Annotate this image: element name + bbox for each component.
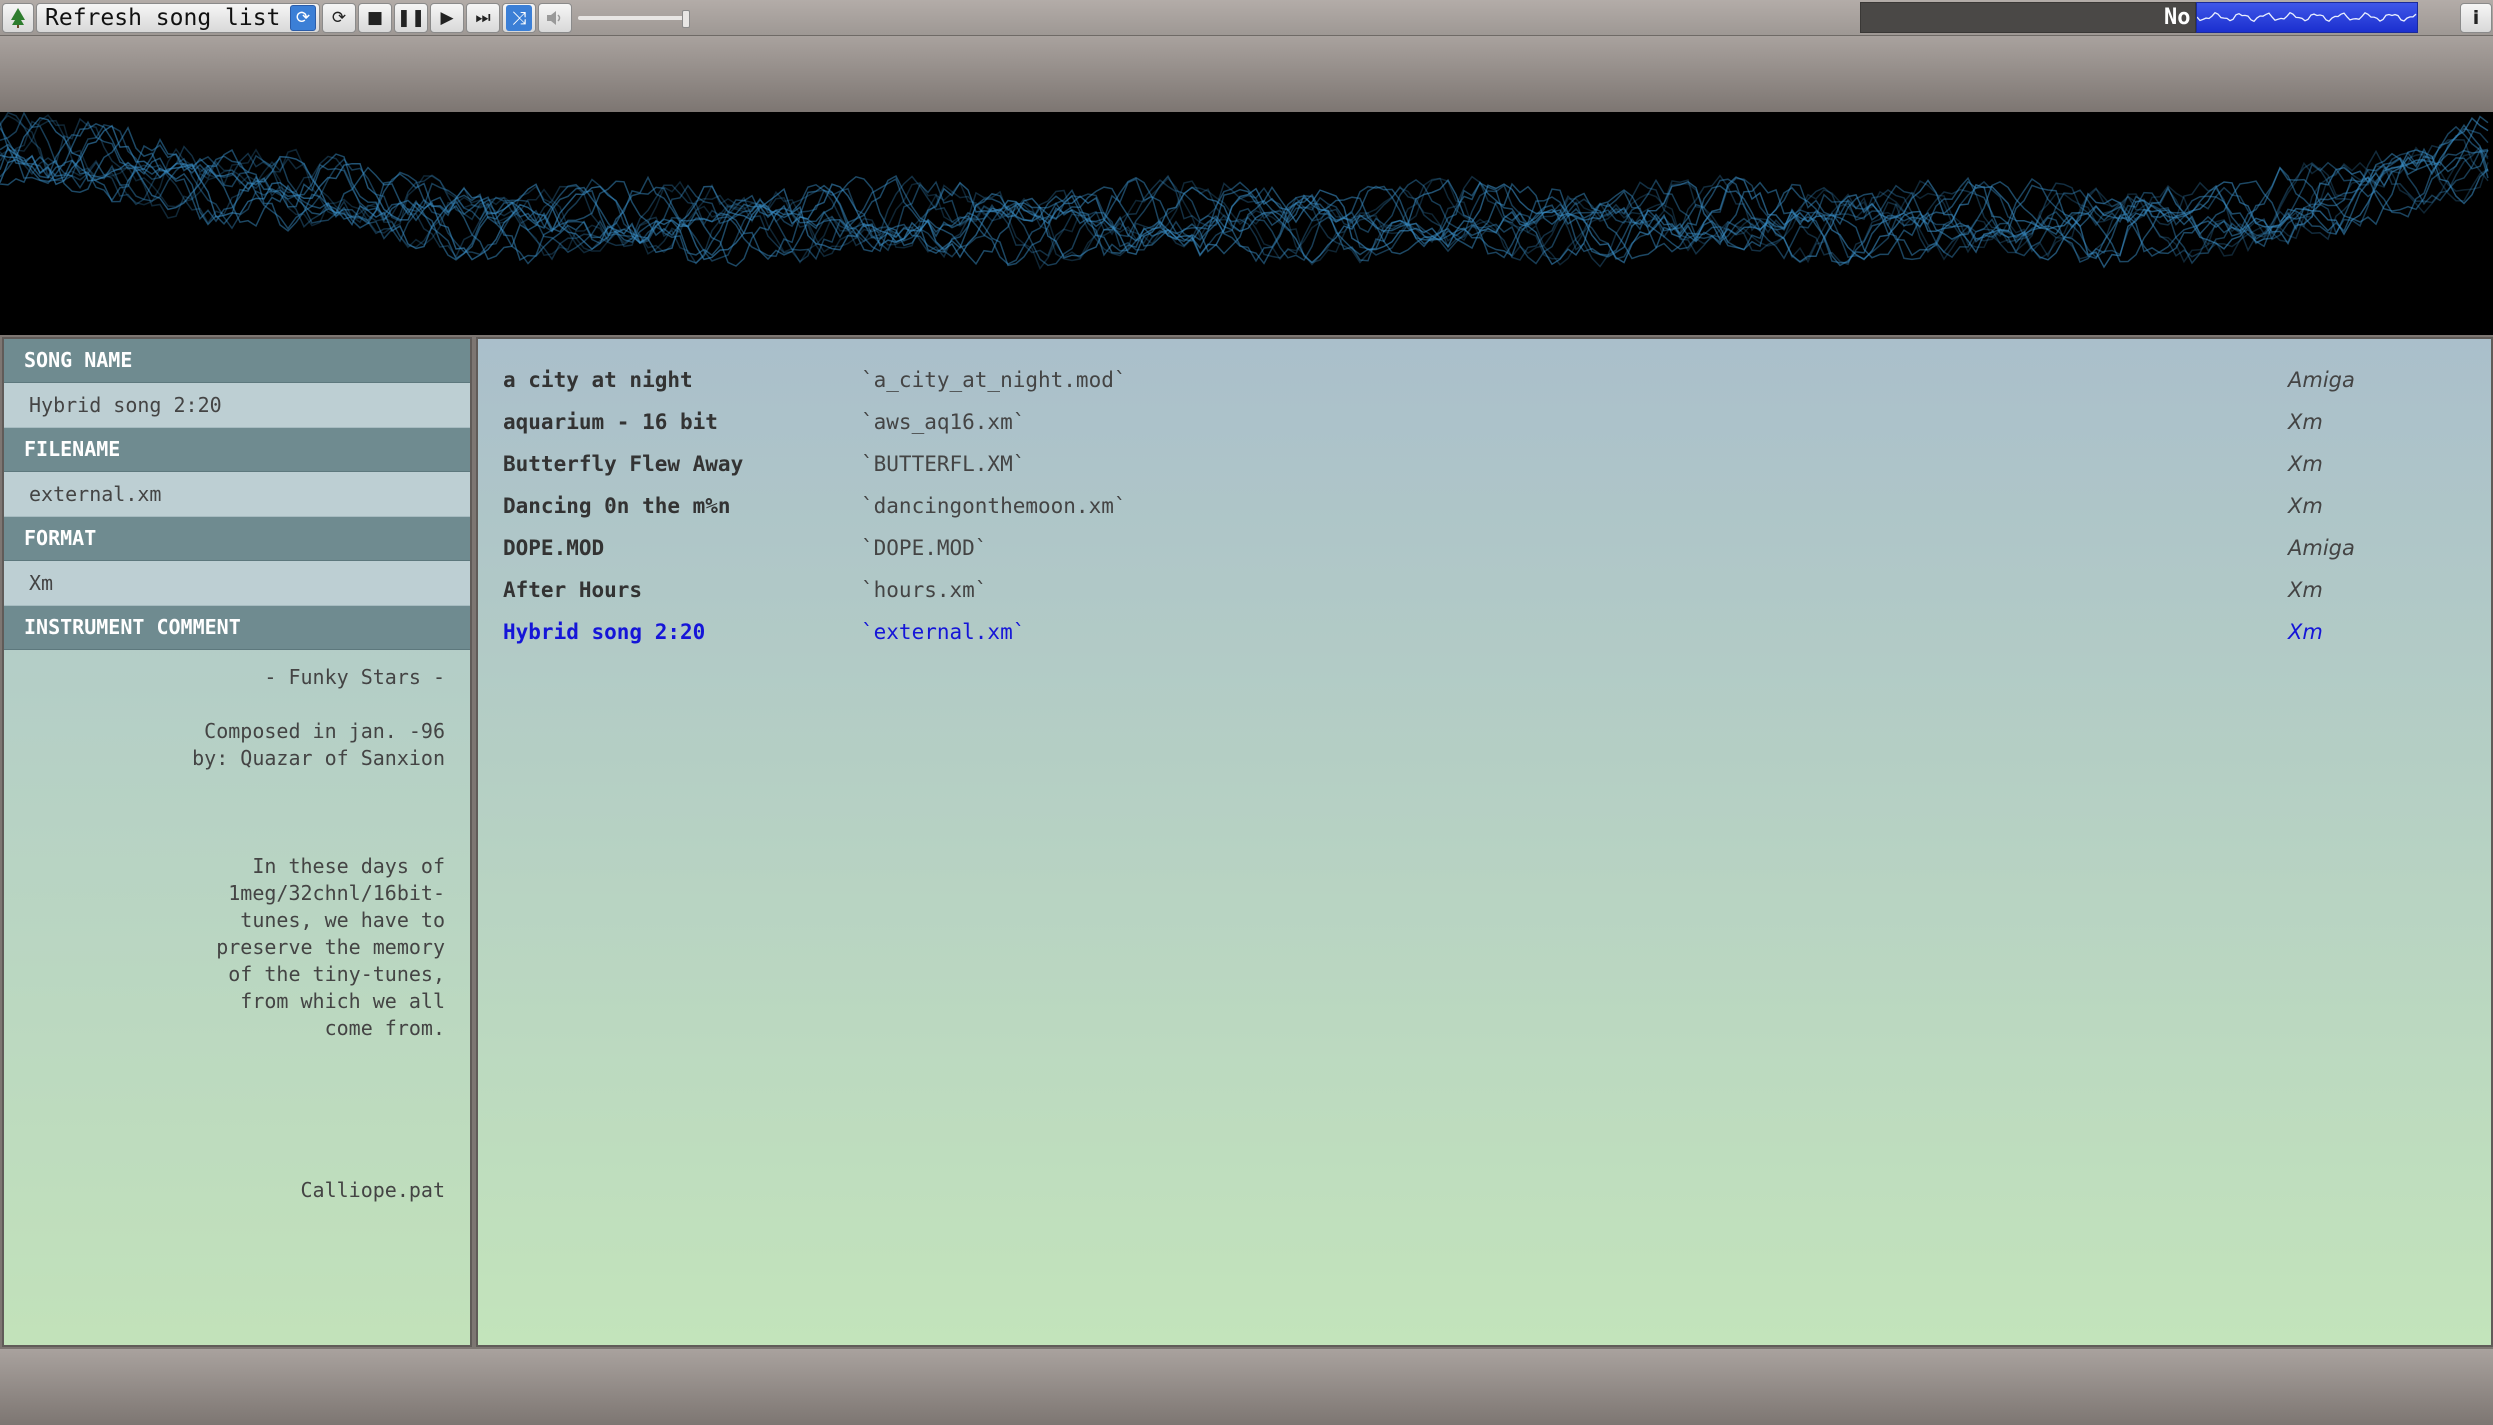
song-title: After Hours	[503, 578, 643, 602]
song-format: Xm	[2288, 620, 2323, 644]
song-filename: `external.xm`	[861, 620, 1026, 644]
song-title: DOPE.MOD	[503, 536, 605, 560]
status-field	[1860, 2, 2196, 33]
song-format: Xm	[2288, 410, 2323, 434]
song-format: Amiga	[2288, 368, 2355, 392]
shuffle-icon: ⤨	[506, 5, 532, 31]
volume-handle[interactable]	[682, 10, 690, 28]
format-header: FORMAT	[4, 517, 470, 561]
skip-next-button[interactable]: ⏭	[466, 3, 500, 33]
refresh-song-list-button[interactable]: Refresh song list ⟳	[36, 3, 320, 33]
instrument-comment-header: INSTRUMENT COMMENT	[4, 606, 470, 650]
song-title: Dancing 0n the m%n	[503, 494, 731, 518]
header-band	[0, 36, 2493, 112]
mini-oscilloscope	[2196, 2, 2418, 33]
song-title: aquarium - 16 bit	[503, 410, 718, 434]
song-filename: `aws_aq16.xm`	[861, 410, 1026, 434]
reload-icon: ⟳	[331, 8, 347, 28]
refresh-song-list-label: Refresh song list	[45, 5, 281, 31]
pause-icon: ❚❚	[396, 8, 426, 28]
song-filename: `a_city_at_night.mod`	[861, 368, 1127, 392]
song-name-header: SONG NAME	[4, 339, 470, 383]
song-filename: `dancingonthemoon.xm`	[861, 494, 1127, 518]
filename-value: external.xm	[4, 472, 470, 517]
song-format: Xm	[2288, 494, 2323, 518]
waveform-visualizer	[0, 111, 2493, 335]
song-row[interactable]: a city at night `a_city_at_night.mod` Am…	[478, 359, 2491, 401]
song-format: Xm	[2288, 452, 2323, 476]
tree-icon[interactable]	[2, 3, 34, 33]
song-name-value: Hybrid song 2:20	[4, 383, 470, 428]
speaker-icon	[547, 11, 561, 25]
song-title: Butterfly Flew Away	[503, 452, 744, 476]
waveform-trace	[0, 122, 2489, 267]
song-row[interactable]: DOPE.MOD `DOPE.MOD` Amiga	[478, 527, 2491, 569]
song-row[interactable]: After Hours `hours.xm` Xm	[478, 569, 2491, 611]
shuffle-button[interactable]: ⤨	[502, 3, 536, 33]
bottom-bar	[0, 1349, 2493, 1425]
waveform-trace	[0, 111, 2489, 263]
skip-next-icon: ⏭	[475, 8, 491, 28]
instrument-comment: - Funky Stars - Composed in jan. -96 by:…	[192, 665, 445, 1202]
song-info-panel: SONG NAME Hybrid song 2:20 FILENAME exte…	[2, 337, 472, 1347]
song-row[interactable]: aquarium - 16 bit `aws_aq16.xm` Xm	[478, 401, 2491, 443]
volume-track	[578, 16, 690, 20]
song-format: Xm	[2288, 578, 2323, 602]
pause-button[interactable]: ❚❚	[394, 3, 428, 33]
stop-button[interactable]: ■	[358, 3, 392, 33]
mute-button[interactable]	[538, 3, 572, 33]
song-title: a city at night	[503, 368, 693, 392]
toolbar: Refresh song list ⟳ ⟳ ■ ❚❚ ▶ ⏭ ⤨ No i	[0, 0, 2493, 36]
play-button[interactable]: ▶	[430, 3, 464, 33]
song-filename: `BUTTERFL.XM`	[861, 452, 1026, 476]
song-row-current[interactable]: Hybrid song 2:20 `external.xm` Xm	[478, 611, 2491, 653]
reload-button[interactable]: ⟳	[322, 3, 356, 33]
song-list: a city at night `a_city_at_night.mod` Am…	[476, 337, 2493, 1347]
song-title: Hybrid song 2:20	[503, 620, 706, 644]
info-icon: i	[2472, 7, 2480, 29]
play-icon: ▶	[440, 8, 454, 28]
sync-icon: ⟳	[290, 5, 316, 31]
volume-slider[interactable]	[578, 10, 698, 28]
stop-icon: ■	[366, 8, 384, 28]
status-text: No	[2164, 5, 2191, 30]
info-button[interactable]: i	[2460, 3, 2492, 33]
song-row[interactable]: Butterfly Flew Away `BUTTERFL.XM` Xm	[478, 443, 2491, 485]
song-row[interactable]: Dancing 0n the m%n `dancingonthemoon.xm`…	[478, 485, 2491, 527]
format-value: Xm	[4, 561, 470, 606]
waveform-trace	[0, 122, 2489, 265]
song-format: Amiga	[2288, 536, 2355, 560]
filename-header: FILENAME	[4, 428, 470, 472]
song-filename: `hours.xm`	[861, 578, 988, 602]
song-filename: `DOPE.MOD`	[861, 536, 988, 560]
waveform-trace	[0, 117, 2489, 269]
